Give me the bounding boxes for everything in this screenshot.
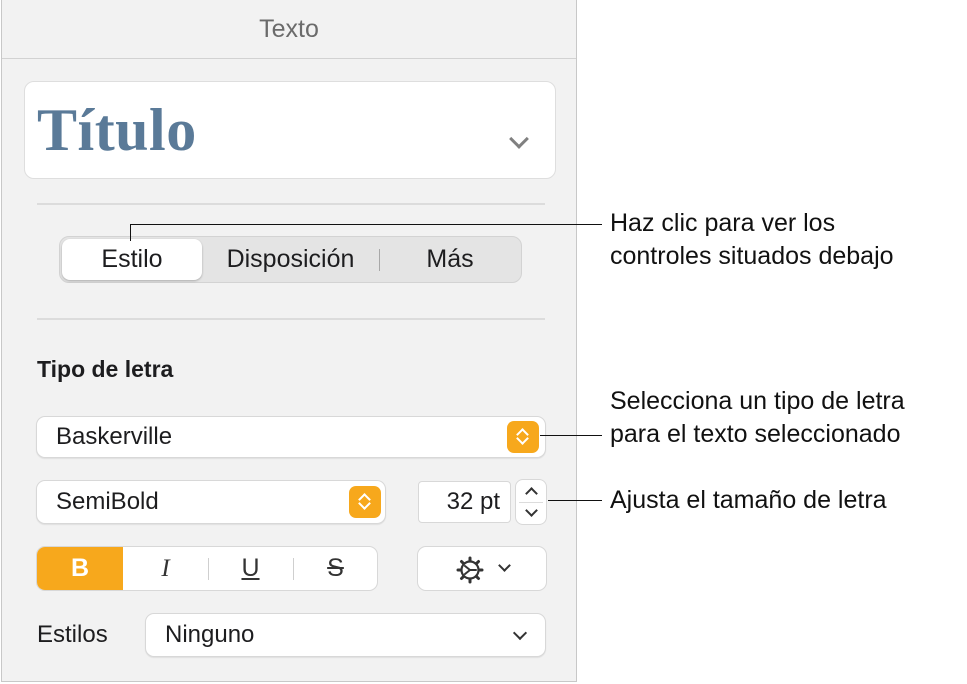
font-family-value: Baskerville (56, 423, 173, 450)
stepper-icon[interactable] (507, 421, 539, 453)
font-section-label: Tipo de letra (37, 356, 174, 382)
font-weight-value: SemiBold (56, 488, 159, 515)
font-size-field[interactable]: 32 pt (418, 481, 511, 523)
callout-line (130, 224, 602, 225)
callout-line (548, 500, 602, 501)
strikethrough-button[interactable]: S (293, 547, 377, 590)
font-size-decrease-button[interactable] (516, 503, 546, 525)
panel-title: Texto (2, 0, 576, 59)
gear-icon (456, 556, 484, 584)
tab-estilo[interactable]: Estilo (62, 239, 202, 280)
tab-mas[interactable]: Más (380, 239, 520, 280)
char-styles-value: Ninguno (165, 621, 255, 648)
chevron-down-icon (509, 129, 529, 149)
paragraph-style-selector[interactable]: Título (24, 81, 556, 179)
advanced-options-button[interactable] (417, 546, 547, 591)
callout-line-text: Ajusta el tamaño de letra (610, 486, 887, 514)
text-format-buttons: B I U S (36, 546, 378, 591)
italic-button[interactable]: I (123, 547, 208, 590)
bold-button[interactable]: B (37, 547, 123, 590)
callout-line-text: Selecciona un tipo de letra (610, 387, 905, 415)
divider (37, 203, 545, 205)
char-styles-label: Estilos (37, 621, 108, 648)
font-family-popup[interactable]: Baskerville (36, 416, 546, 458)
font-size-stepper[interactable] (515, 479, 547, 525)
callout-font: Selecciona un tipo de letra para el text… (610, 385, 905, 451)
tab-bar: Estilo Disposición Más (59, 236, 522, 283)
divider (37, 318, 545, 320)
char-styles-popup[interactable]: Ninguno (145, 613, 546, 657)
callout-line (130, 224, 131, 241)
callout-tabs: Haz clic para ver los controles situados… (610, 207, 894, 273)
font-weight-popup[interactable]: SemiBold (36, 480, 386, 524)
callout-line-text: Haz clic para ver los (610, 209, 836, 237)
tab-disposicion[interactable]: Disposición (202, 239, 379, 280)
stepper-icon[interactable] (349, 486, 381, 518)
callout-line (540, 435, 602, 436)
underline-button[interactable]: U (208, 547, 293, 590)
chevron-down-icon (512, 625, 528, 641)
callout-line-text: para el texto seleccionado (610, 420, 901, 448)
paragraph-style-name: Título (37, 97, 197, 163)
chevron-down-icon (498, 559, 511, 572)
callout-size: Ajusta el tamaño de letra (610, 484, 887, 517)
text-inspector-panel: Texto Título Estilo Disposición Más Tipo… (1, 0, 577, 682)
callout-line-text: controles situados debajo (610, 242, 894, 270)
font-size-increase-button[interactable] (516, 480, 546, 502)
